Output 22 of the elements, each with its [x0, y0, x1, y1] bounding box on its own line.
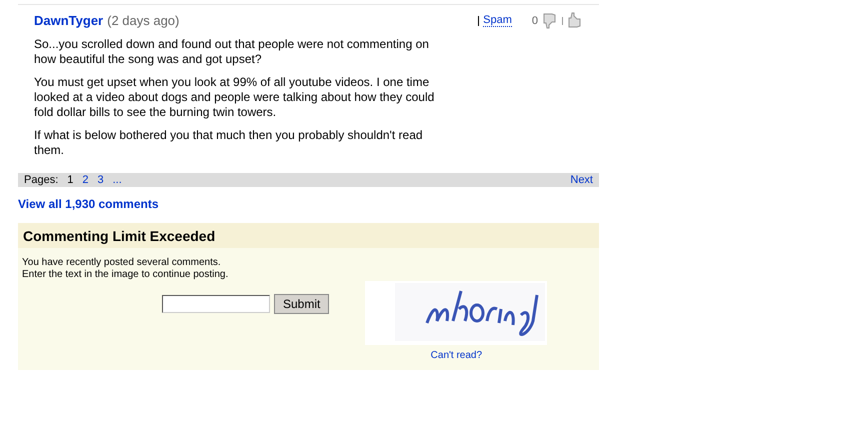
next-link[interactable]: Next — [570, 174, 593, 186]
view-all-link[interactable]: View all 1,930 comments — [18, 197, 599, 211]
panel-title: Commenting Limit Exceeded — [18, 223, 599, 248]
comment-age: (2 days ago) — [107, 13, 180, 28]
vote-count: 0 — [532, 14, 538, 26]
comment-paragraph: If what is below bothered you that much then you probably shouldn't read them. — [34, 128, 424, 158]
author-link[interactable]: DawnTyger — [34, 13, 104, 28]
thumbs-up-icon[interactable] — [567, 12, 583, 29]
thumbs-down-icon[interactable] — [542, 12, 558, 29]
pages-ellipsis: ... — [112, 174, 122, 186]
cant-read-link[interactable]: Can't read? — [430, 350, 482, 361]
captcha-input[interactable] — [162, 295, 270, 313]
spam-link[interactable]: Spam — [483, 14, 512, 27]
message-text: You have recently posted several comments. — [22, 257, 222, 269]
page-link[interactable]: 1 — [67, 174, 74, 186]
comment-paragraph: So...you scrolled down and found out that people were not commenting on how beautiful the song was and got upset? — [34, 37, 430, 67]
page-link[interactable]: 2 — [82, 174, 88, 186]
message-text: Enter the text in the image to continue posting. — [22, 269, 230, 281]
submit-button[interactable]: Submit — [274, 294, 330, 314]
pages-label: Pages: — [24, 174, 58, 186]
page-link[interactable]: 3 — [98, 174, 104, 186]
comment-paragraph: You must get upset when you look at 99% of all youtube videos. I one time looked at a video about dogs and people were talking about how they could fold dollar bills to see the burning twin towers. — [34, 75, 436, 120]
